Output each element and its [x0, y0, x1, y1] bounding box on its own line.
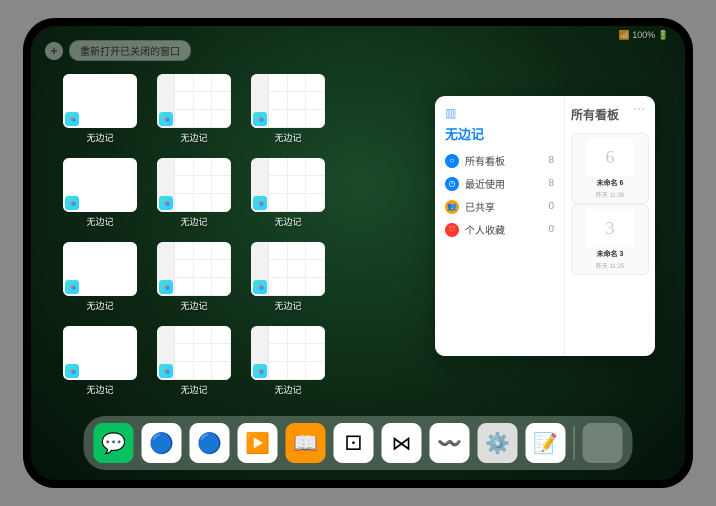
window-grid: 无边记无边记无边记无边记无边记无边记无边记无边记无边记无边记无边记无边记: [61, 74, 421, 404]
dock-app-dice[interactable]: ⚀: [334, 423, 374, 463]
category-icon: ◷: [445, 177, 459, 191]
freeform-panel[interactable]: ⋯ ▥ 无边记 ○ 所有看板 8 ◷ 最近使用 8 👥 已共享 0 ♡ 个人收藏 0 所有看板 6 未命…: [435, 96, 655, 356]
window-label: 无边记: [274, 299, 301, 312]
reopen-closed-window-button[interactable]: 重新打开已关闭的窗口: [69, 40, 191, 61]
sidebar-item[interactable]: 👥 已共享 0: [445, 195, 554, 218]
dock-app-freeform[interactable]: 〰️: [430, 423, 470, 463]
ipad-device: 📶 100% 🔋 + 重新打开已关闭的窗口 无边记无边记无边记无边记无边记无边记…: [23, 18, 693, 488]
window-label: 无边记: [180, 215, 207, 228]
dock-app-connect[interactable]: ⋈: [382, 423, 422, 463]
dock-folder[interactable]: [583, 423, 623, 463]
window-label: 无边记: [86, 131, 113, 144]
screen: 📶 100% 🔋 + 重新打开已关闭的窗口 无边记无边记无边记无边记无边记无边记…: [31, 26, 685, 480]
board-card[interactable]: 6 未命名 6 昨天 11:26: [571, 133, 649, 204]
board-title: 未命名 3: [597, 249, 624, 259]
freeform-app-icon: [253, 196, 267, 210]
window-thumbnail[interactable]: 无边记: [61, 242, 139, 320]
window-thumbnail[interactable]: 无边记: [61, 326, 139, 404]
board-preview: 6: [586, 138, 634, 176]
sidebar-item-label: 所有看板: [465, 153, 505, 168]
dock-app-media[interactable]: ▶️: [238, 423, 278, 463]
window-thumbnail[interactable]: 无边记: [155, 242, 233, 320]
dock-separator: [574, 426, 575, 460]
dock-app-notes[interactable]: 📝: [526, 423, 566, 463]
window-thumbnail[interactable]: 无边记: [249, 326, 327, 404]
sidebar-item[interactable]: ○ 所有看板 8: [445, 149, 554, 172]
window-thumbnail[interactable]: 无边记: [249, 74, 327, 152]
sidebar-item-count: 0: [548, 224, 554, 235]
dock-app-wechat[interactable]: 💬: [94, 423, 134, 463]
freeform-app-icon: [65, 280, 79, 294]
window-label: 无边记: [180, 131, 207, 144]
sidebar-item-count: 0: [548, 201, 554, 212]
sidebar-item-count: 8: [548, 178, 554, 189]
panel-boards: 所有看板 6未命名 6昨天 11:263未命名 3昨天 11:25: [565, 96, 655, 356]
window-thumbnail[interactable]: 无边记: [249, 242, 327, 320]
window-thumbnail[interactable]: 无边记: [155, 326, 233, 404]
window-thumbnail[interactable]: 无边记: [61, 74, 139, 152]
board-date: 昨天 11:26: [596, 190, 624, 199]
freeform-app-icon: [253, 112, 267, 126]
category-icon: ♡: [445, 223, 459, 237]
freeform-app-icon: [65, 112, 79, 126]
board-preview: 3: [586, 209, 634, 247]
more-icon[interactable]: ⋯: [633, 102, 645, 116]
top-bar: + 重新打开已关闭的窗口: [45, 40, 191, 61]
window-thumbnail[interactable]: 无边记: [61, 158, 139, 236]
window-label: 无边记: [274, 383, 301, 396]
dock-app-settings[interactable]: ⚙️: [478, 423, 518, 463]
freeform-app-icon: [253, 280, 267, 294]
window-label: 无边记: [180, 299, 207, 312]
window-label: 无边记: [274, 215, 301, 228]
freeform-app-icon: [253, 364, 267, 378]
freeform-app-icon: [159, 280, 173, 294]
window-label: 无边记: [86, 215, 113, 228]
window-thumbnail[interactable]: 无边记: [155, 158, 233, 236]
sidebar-item-count: 8: [548, 155, 554, 166]
window-label: 无边记: [180, 383, 207, 396]
sidebar-item-label: 最近使用: [465, 176, 505, 191]
panel-title: 无边记: [445, 124, 554, 143]
panel-sidebar: ▥ 无边记 ○ 所有看板 8 ◷ 最近使用 8 👥 已共享 0 ♡ 个人收藏 0: [435, 96, 565, 356]
window-label: 无边记: [86, 383, 113, 396]
sidebar-item[interactable]: ◷ 最近使用 8: [445, 172, 554, 195]
sidebar-item[interactable]: ♡ 个人收藏 0: [445, 218, 554, 241]
freeform-app-icon: [159, 112, 173, 126]
dock-app-books[interactable]: 📖: [286, 423, 326, 463]
window-label: 无边记: [86, 299, 113, 312]
board-date: 昨天 11:25: [596, 261, 624, 270]
category-icon: 👥: [445, 200, 459, 214]
window-thumbnail[interactable]: 无边记: [249, 158, 327, 236]
freeform-app-icon: [159, 364, 173, 378]
freeform-app-icon: [65, 196, 79, 210]
board-title: 未命名 6: [597, 178, 624, 188]
dock-app-qq[interactable]: 🔵: [190, 423, 230, 463]
window-thumbnail[interactable]: 无边记: [155, 74, 233, 152]
freeform-app-icon: [159, 196, 173, 210]
dock-app-ucloud[interactable]: 🔵: [142, 423, 182, 463]
category-icon: ○: [445, 154, 459, 168]
new-window-button[interactable]: +: [45, 42, 63, 60]
dock: 💬🔵🔵▶️📖⚀⋈〰️⚙️📝: [84, 416, 633, 470]
sidebar-item-label: 个人收藏: [465, 222, 505, 237]
window-label: 无边记: [274, 131, 301, 144]
freeform-app-icon: [65, 364, 79, 378]
sidebar-toggle-icon[interactable]: ▥: [445, 106, 554, 120]
board-card[interactable]: 3 未命名 3 昨天 11:25: [571, 204, 649, 275]
status-bar: 📶 100% 🔋: [619, 30, 669, 41]
sidebar-item-label: 已共享: [465, 199, 495, 214]
